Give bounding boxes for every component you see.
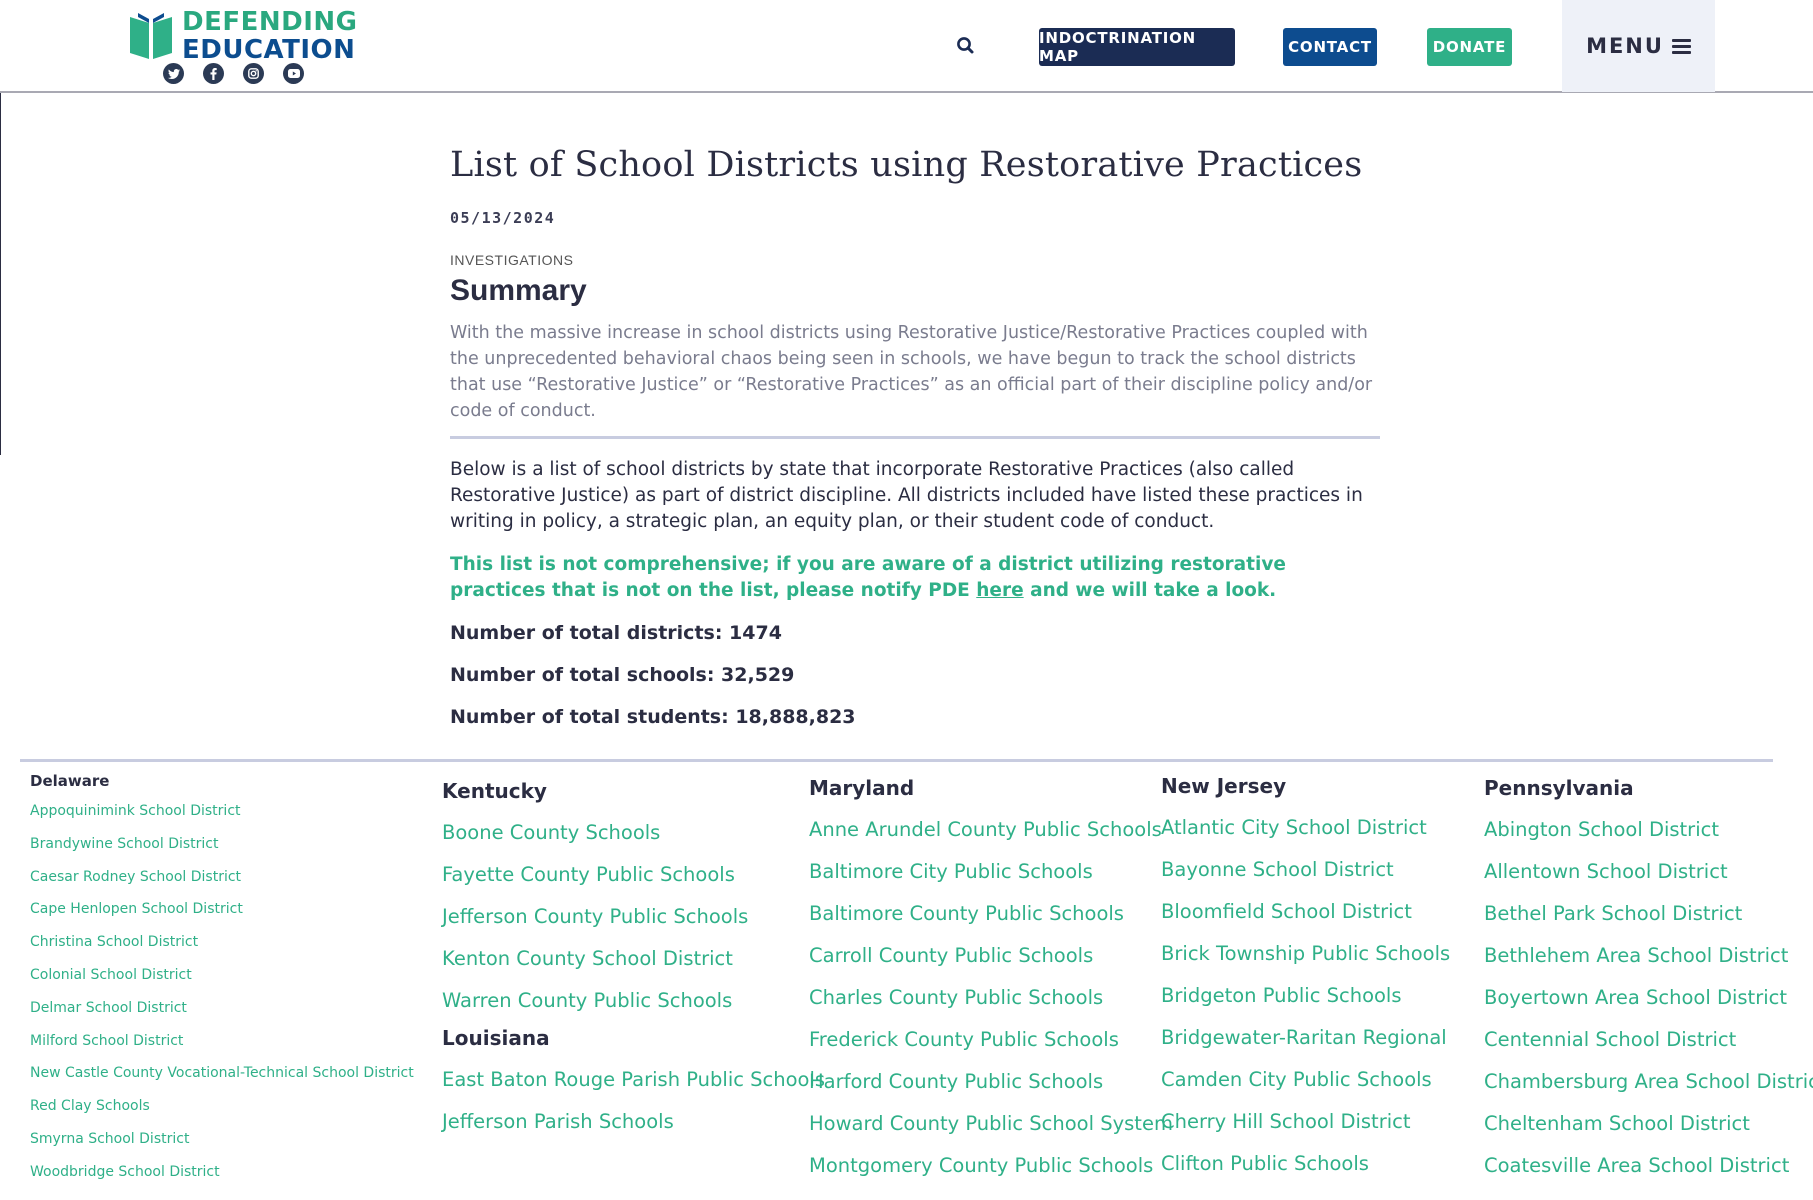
stat-total-districts: Number of total districts: 1474 [450, 622, 782, 644]
district-link[interactable]: Carroll County Public Schools [809, 935, 1149, 977]
state-column-delaware: Delaware Appoquinimink School District Br… [30, 771, 430, 1189]
district-link[interactable]: Cherry Hill School District [1161, 1101, 1481, 1143]
state-column-pennsylvania: Pennsylvania Abington School District All… [1484, 772, 1813, 1187]
district-list: Abington School District Allentown School… [1484, 809, 1813, 1187]
district-list: Anne Arundel County Public Schools Baltim… [809, 809, 1173, 1187]
district-link[interactable]: Chambersburg Area School District [1484, 1061, 1813, 1103]
district-link[interactable]: Howard County Public School System [809, 1103, 1173, 1145]
logo-line-2: EDUCATION [182, 35, 356, 65]
district-link[interactable]: Anne Arundel County Public Schools [809, 809, 1162, 851]
district-link[interactable]: Colonial School District [30, 959, 430, 992]
district-link[interactable]: Bridgeton Public Schools [1161, 975, 1481, 1017]
menu-button[interactable]: MENU [1562, 0, 1715, 92]
district-list: Appoquinimink School District Brandywine … [30, 795, 430, 1189]
district-link[interactable]: Smyrna School District [30, 1123, 430, 1156]
book-logo-icon [128, 11, 174, 61]
district-link[interactable]: Woodbridge School District [30, 1156, 430, 1189]
district-link[interactable]: Atlantic City School District [1161, 807, 1481, 849]
article: List of School Districts using Restorati… [450, 140, 1380, 730]
district-link[interactable]: Bridgewater-Raritan Regional [1161, 1017, 1481, 1059]
state-column-new-jersey: New Jersey Atlantic City School District… [1161, 770, 1481, 1185]
district-link[interactable]: Caesar Rodney School District [30, 861, 430, 894]
district-link[interactable]: Cape Henlopen School District [30, 893, 430, 926]
district-link[interactable]: Baltimore County Public Schools [809, 893, 1149, 935]
district-link[interactable]: Abington School District [1484, 809, 1809, 851]
district-link[interactable]: Brick Township Public Schools [1161, 933, 1481, 975]
district-link[interactable]: Montgomery County Public Schools [809, 1145, 1153, 1187]
stat-total-schools: Number of total schools: 32,529 [450, 664, 795, 686]
twitter-icon[interactable] [163, 63, 184, 84]
site-logo[interactable]: DEFENDING EDUCATION [128, 8, 357, 64]
instagram-icon[interactable] [243, 63, 264, 84]
state-heading: Kentucky [442, 779, 547, 803]
notice-text-after: and we will take a look. [1023, 580, 1277, 601]
social-links [163, 63, 304, 84]
state-heading: New Jersey [1161, 774, 1287, 798]
district-link[interactable]: Coatesville Area School District [1484, 1145, 1809, 1187]
district-link[interactable]: Cheltenham School District [1484, 1103, 1809, 1145]
district-link[interactable]: Christina School District [30, 926, 430, 959]
district-list: Atlantic City School District Bayonne Sch… [1161, 807, 1481, 1185]
state-heading: Pennsylvania [1484, 776, 1634, 800]
menu-label: MENU [1586, 34, 1664, 58]
district-link[interactable]: Bethel Park School District [1484, 893, 1809, 935]
district-link[interactable]: Appoquinimink School District [30, 795, 430, 828]
district-link[interactable]: Clifton Public Schools [1161, 1143, 1481, 1185]
district-link[interactable]: Harford County Public Schools [809, 1061, 1149, 1103]
district-link[interactable]: Boyertown Area School District [1484, 977, 1809, 1019]
state-heading: Louisiana [442, 1026, 550, 1050]
district-link[interactable]: Bloomfield School District [1161, 891, 1481, 933]
district-link[interactable]: Delmar School District [30, 992, 430, 1025]
intro-paragraph: Below is a list of school districts by s… [450, 459, 1363, 532]
facebook-icon[interactable] [203, 63, 224, 84]
youtube-icon[interactable] [283, 63, 304, 84]
left-edge-line [0, 93, 1, 455]
district-link[interactable]: Frederick County Public Schools [809, 1019, 1149, 1061]
district-link[interactable]: Camden City Public Schools [1161, 1059, 1481, 1101]
state-column-kentucky-louisiana: Kentucky Boone County Schools Fayette Cou… [442, 775, 825, 1143]
contact-button[interactable]: CONTACT [1283, 28, 1377, 66]
summary-text: With the massive increase in school dist… [450, 320, 1380, 439]
district-link[interactable]: Allentown School District [1484, 851, 1809, 893]
page-title: List of School Districts using Restorati… [450, 145, 1363, 185]
hamburger-icon [1671, 38, 1691, 54]
district-link[interactable]: Red Clay Schools [30, 1090, 430, 1123]
district-link[interactable]: Bethlehem Area School District [1484, 935, 1809, 977]
stat-total-students: Number of total students: 18,888,823 [450, 706, 856, 728]
site-header: DEFENDING EDUCATION INDOCTRINATION MAP C… [0, 0, 1813, 93]
publish-date: 05/13/2024 [450, 209, 556, 227]
summary-heading: Summary [450, 274, 587, 307]
logo-line-1: DEFENDING [182, 7, 358, 37]
state-column-maryland: Maryland Anne Arundel County Public Scho… [809, 772, 1173, 1187]
donate-button[interactable]: DONATE [1427, 28, 1512, 66]
district-link[interactable]: Bayonne School District [1161, 849, 1481, 891]
district-link[interactable]: Milford School District [30, 1025, 430, 1058]
state-heading: Maryland [809, 776, 915, 800]
district-link[interactable]: East Baton Rouge Parish Public Schools [442, 1059, 825, 1101]
search-icon[interactable] [955, 35, 977, 57]
notice-paragraph: This list is not comprehensive; if you a… [450, 552, 1380, 604]
district-list: Boone County Schools Fayette County Publi… [442, 812, 802, 1022]
district-list: East Baton Rouge Parish Public Schools Je… [442, 1059, 825, 1143]
indoctrination-map-button[interactable]: INDOCTRINATION MAP [1039, 28, 1235, 66]
state-heading: Delaware [30, 772, 110, 790]
notify-here-link[interactable]: here [976, 580, 1023, 601]
district-link[interactable]: Warren County Public Schools [442, 980, 802, 1022]
district-link[interactable]: Boone County Schools [442, 812, 802, 854]
category-link[interactable]: INVESTIGATIONS [450, 252, 1380, 268]
district-link[interactable]: New Castle County Vocational-Technical S… [30, 1057, 430, 1090]
district-link[interactable]: Jefferson County Public Schools [442, 896, 802, 938]
section-divider [20, 759, 1773, 762]
district-link[interactable]: Brandywine School District [30, 828, 430, 861]
district-link[interactable]: Baltimore City Public Schools [809, 851, 1149, 893]
district-link[interactable]: Centennial School District [1484, 1019, 1809, 1061]
district-link[interactable]: Kenton County School District [442, 938, 802, 980]
district-link[interactable]: Jefferson Parish Schools [442, 1101, 802, 1143]
district-link[interactable]: Charles County Public Schools [809, 977, 1149, 1019]
district-link[interactable]: Fayette County Public Schools [442, 854, 802, 896]
